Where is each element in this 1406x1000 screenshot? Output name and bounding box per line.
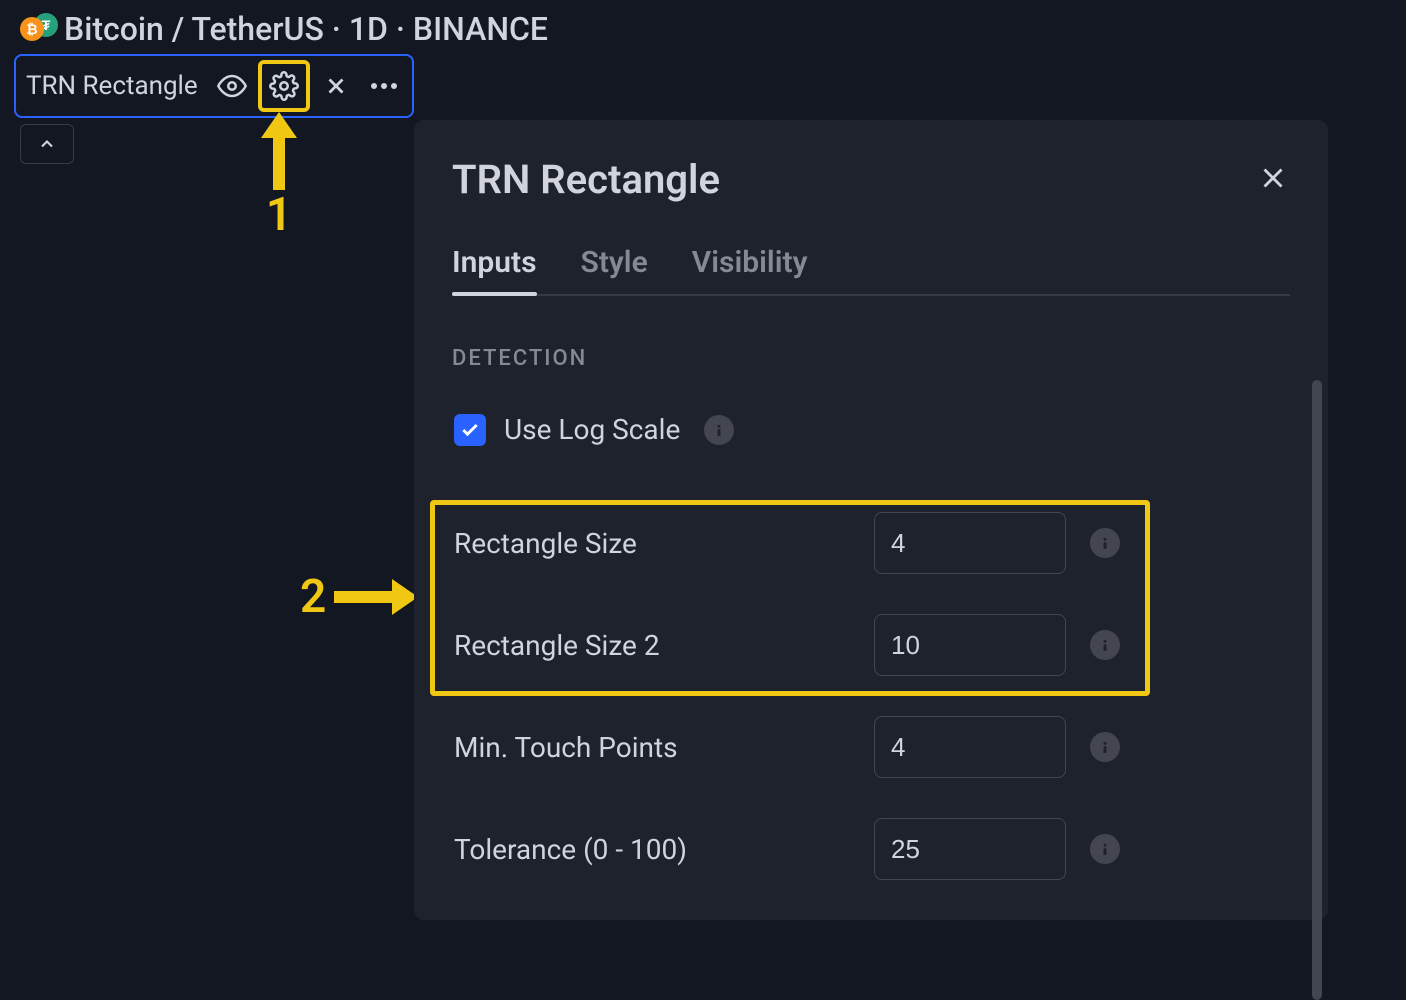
close-icon[interactable] — [314, 64, 358, 108]
info-icon[interactable] — [1090, 630, 1120, 660]
tab-inputs[interactable]: Inputs — [452, 245, 537, 294]
tab-visibility[interactable]: Visibility — [692, 245, 808, 294]
collapse-button[interactable] — [20, 124, 74, 164]
bitcoin-icon: ₿ — [20, 17, 44, 41]
tolerance-input[interactable] — [874, 818, 1066, 880]
use-log-scale-label: Use Log Scale — [504, 413, 680, 446]
gear-icon[interactable] — [264, 66, 304, 106]
annotation-1-label: 1 — [257, 188, 301, 242]
min-touch-points-input[interactable] — [874, 716, 1066, 778]
indicator-badge[interactable]: TRN Rectangle — [14, 54, 414, 118]
info-icon[interactable] — [704, 415, 734, 445]
dialog-header: TRN Rectangle — [452, 156, 1290, 203]
tab-style[interactable]: Style — [581, 245, 648, 294]
annotation-1: 1 — [257, 112, 301, 242]
min-touch-points-label: Min. Touch Points — [454, 731, 874, 764]
dialog-scrollbar[interactable] — [1312, 380, 1322, 1000]
more-icon[interactable] — [362, 64, 406, 108]
rectangle-size-2-label: Rectangle Size 2 — [454, 629, 874, 662]
dialog-close-icon[interactable] — [1256, 161, 1290, 199]
annotation-2-label: 2 — [300, 570, 326, 624]
info-icon[interactable] — [1090, 834, 1120, 864]
min-touch-points-row: Min. Touch Points — [452, 696, 1290, 798]
use-log-scale-row: Use Log Scale — [452, 413, 1290, 446]
rectangle-size-label: Rectangle Size — [454, 527, 874, 560]
rectangle-size-input[interactable] — [874, 512, 1066, 574]
info-icon[interactable] — [1090, 528, 1120, 558]
rectangle-size-2-row: Rectangle Size 2 — [452, 594, 1290, 696]
settings-button-highlight — [258, 60, 310, 112]
chart-header: ₮ ₿ Bitcoin / TetherUS · 1D · BINANCE — [0, 0, 1406, 54]
use-log-scale-checkbox[interactable] — [454, 414, 486, 446]
rectangle-size-2-input[interactable] — [874, 614, 1066, 676]
tolerance-row: Tolerance (0 - 100) — [452, 798, 1290, 900]
section-detection: DETECTION — [452, 346, 1290, 371]
indicator-name: TRN Rectangle — [22, 71, 206, 101]
annotation-2: 2 — [300, 570, 418, 624]
tolerance-label: Tolerance (0 - 100) — [454, 833, 874, 866]
indicator-toolbar: TRN Rectangle — [0, 54, 1406, 118]
eye-icon[interactable] — [210, 64, 254, 108]
settings-dialog: TRN Rectangle Inputs Style Visibility DE… — [414, 120, 1328, 920]
symbol-title[interactable]: Bitcoin / TetherUS · 1D · BINANCE — [64, 10, 548, 48]
info-icon[interactable] — [1090, 732, 1120, 762]
rectangle-size-row: Rectangle Size — [452, 492, 1290, 594]
pair-icons: ₮ ₿ — [20, 13, 56, 45]
dialog-tabs: Inputs Style Visibility — [452, 245, 1290, 296]
dialog-title: TRN Rectangle — [452, 156, 720, 203]
